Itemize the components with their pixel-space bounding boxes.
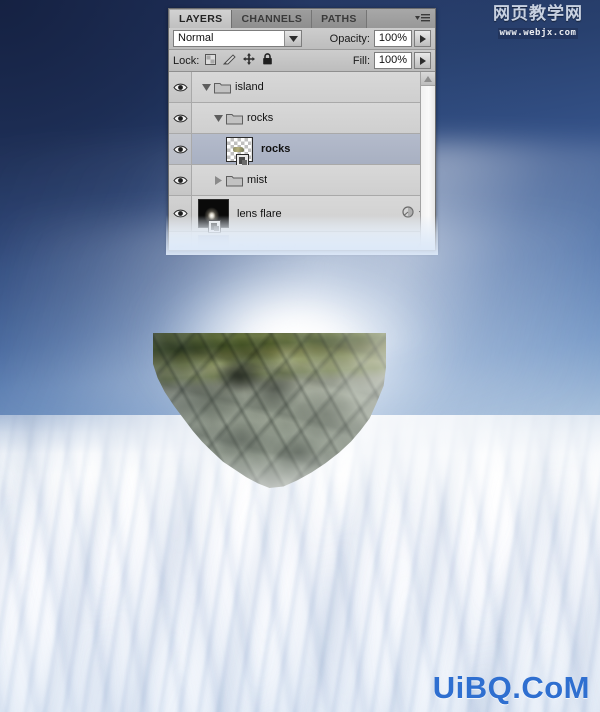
layer-content[interactable]: island [192,72,435,102]
triangle-down-icon[interactable] [212,114,225,122]
layer-content[interactable]: lens flare [192,196,435,233]
lock-image-pixels-icon[interactable] [223,53,236,68]
lock-all-icon[interactable] [262,53,273,68]
layer-row-background[interactable]: Background [169,232,435,250]
watermark-chinese-text: 网页教学网 [493,4,583,24]
triangle-right-icon[interactable] [212,175,225,185]
layer-name: mist [247,174,268,186]
fill-input[interactable]: 100% [374,52,412,69]
scroll-up-arrow-icon[interactable] [421,72,435,86]
fill-control[interactable]: 100% [374,52,431,69]
layer-row-lens-flare[interactable]: lens flare [169,196,435,233]
layer-row-rocks-group[interactable]: rocks [169,103,435,134]
layer-list[interactable]: island rocks rocks mist lens flare Backg… [169,72,435,250]
blend-mode-select[interactable]: Normal [173,30,302,47]
eye-icon[interactable] [169,103,192,133]
layer-row-rocks-selected[interactable]: rocks [169,134,435,167]
island-bottom-fade [153,424,386,488]
layer-name: lens flare [237,207,282,220]
panel-body: Normal Opacity: 100% Lock: Fill: 100% is… [168,28,436,251]
layer-content[interactable]: mist [192,165,435,195]
eye-icon[interactable] [169,196,192,231]
eye-icon[interactable] [169,232,192,250]
layer-content[interactable]: rocks [192,134,435,167]
eye-icon[interactable] [169,165,192,195]
opacity-label: Opacity: [329,32,370,45]
screenshot-canvas: 网页教学网 www.webjx.com LAYERS CHANNELS PATH… [0,0,600,712]
layer-name: rocks [247,112,274,124]
lock-label: Lock: [173,54,200,67]
opacity-control[interactable]: 100% [374,30,431,47]
lens-flare-thumbnail[interactable] [198,199,229,233]
triangle-right-icon[interactable] [414,52,431,69]
layer-content[interactable]: Background [192,232,435,250]
floating-island [153,333,386,488]
layers-panel[interactable]: LAYERS CHANNELS PATHS Normal Opacity: 10… [166,8,438,255]
layer-name: island [235,81,264,93]
watermark-bottom-right: UiBQ.CoM [432,670,590,705]
thumbnail-rock-content [233,146,244,152]
panel-menu-icon[interactable] [415,12,431,25]
blend-mode-row: Normal Opacity: 100% [169,28,435,50]
tab-paths[interactable]: PATHS [312,10,367,28]
layer-row-island[interactable]: island [169,72,435,103]
layer-style-icon[interactable] [402,206,414,221]
layer-row-mist[interactable]: mist [169,165,435,196]
layer-content[interactable]: rocks [192,103,435,133]
watermark-top-right: 网页教学网 www.webjx.com [482,6,594,39]
chevron-down-icon[interactable] [284,31,301,46]
folder-icon [213,81,231,94]
eye-icon[interactable] [169,72,192,102]
triangle-right-icon[interactable] [414,30,431,47]
layer-name: Background [237,243,296,250]
folder-icon [225,112,243,125]
folder-icon [225,174,243,187]
lock-row: Lock: Fill: 100% [169,50,435,72]
background-gradient-thumbnail[interactable] [198,234,229,250]
lock-transparent-pixels-icon[interactable] [205,53,217,68]
eye-icon[interactable] [169,134,192,164]
scrollbar-track[interactable] [421,86,435,250]
lock-position-icon[interactable] [243,53,256,68]
tab-layers[interactable]: LAYERS [170,10,233,28]
watermark-url: www.webjx.com [497,28,579,39]
transparent-rock-thumbnail[interactable] [226,136,253,167]
panel-tab-strip: LAYERS CHANNELS PATHS [168,8,436,28]
blend-mode-value: Normal [178,32,214,44]
triangle-down-icon[interactable] [200,83,213,91]
lock-icon-group [205,53,273,68]
layer-list-scrollbar[interactable] [420,72,435,250]
opacity-input[interactable]: 100% [374,30,412,47]
fill-label: Fill: [352,54,370,67]
island-rock-body [153,333,386,488]
tab-channels[interactable]: CHANNELS [232,10,313,28]
layer-name: rocks [261,143,291,155]
